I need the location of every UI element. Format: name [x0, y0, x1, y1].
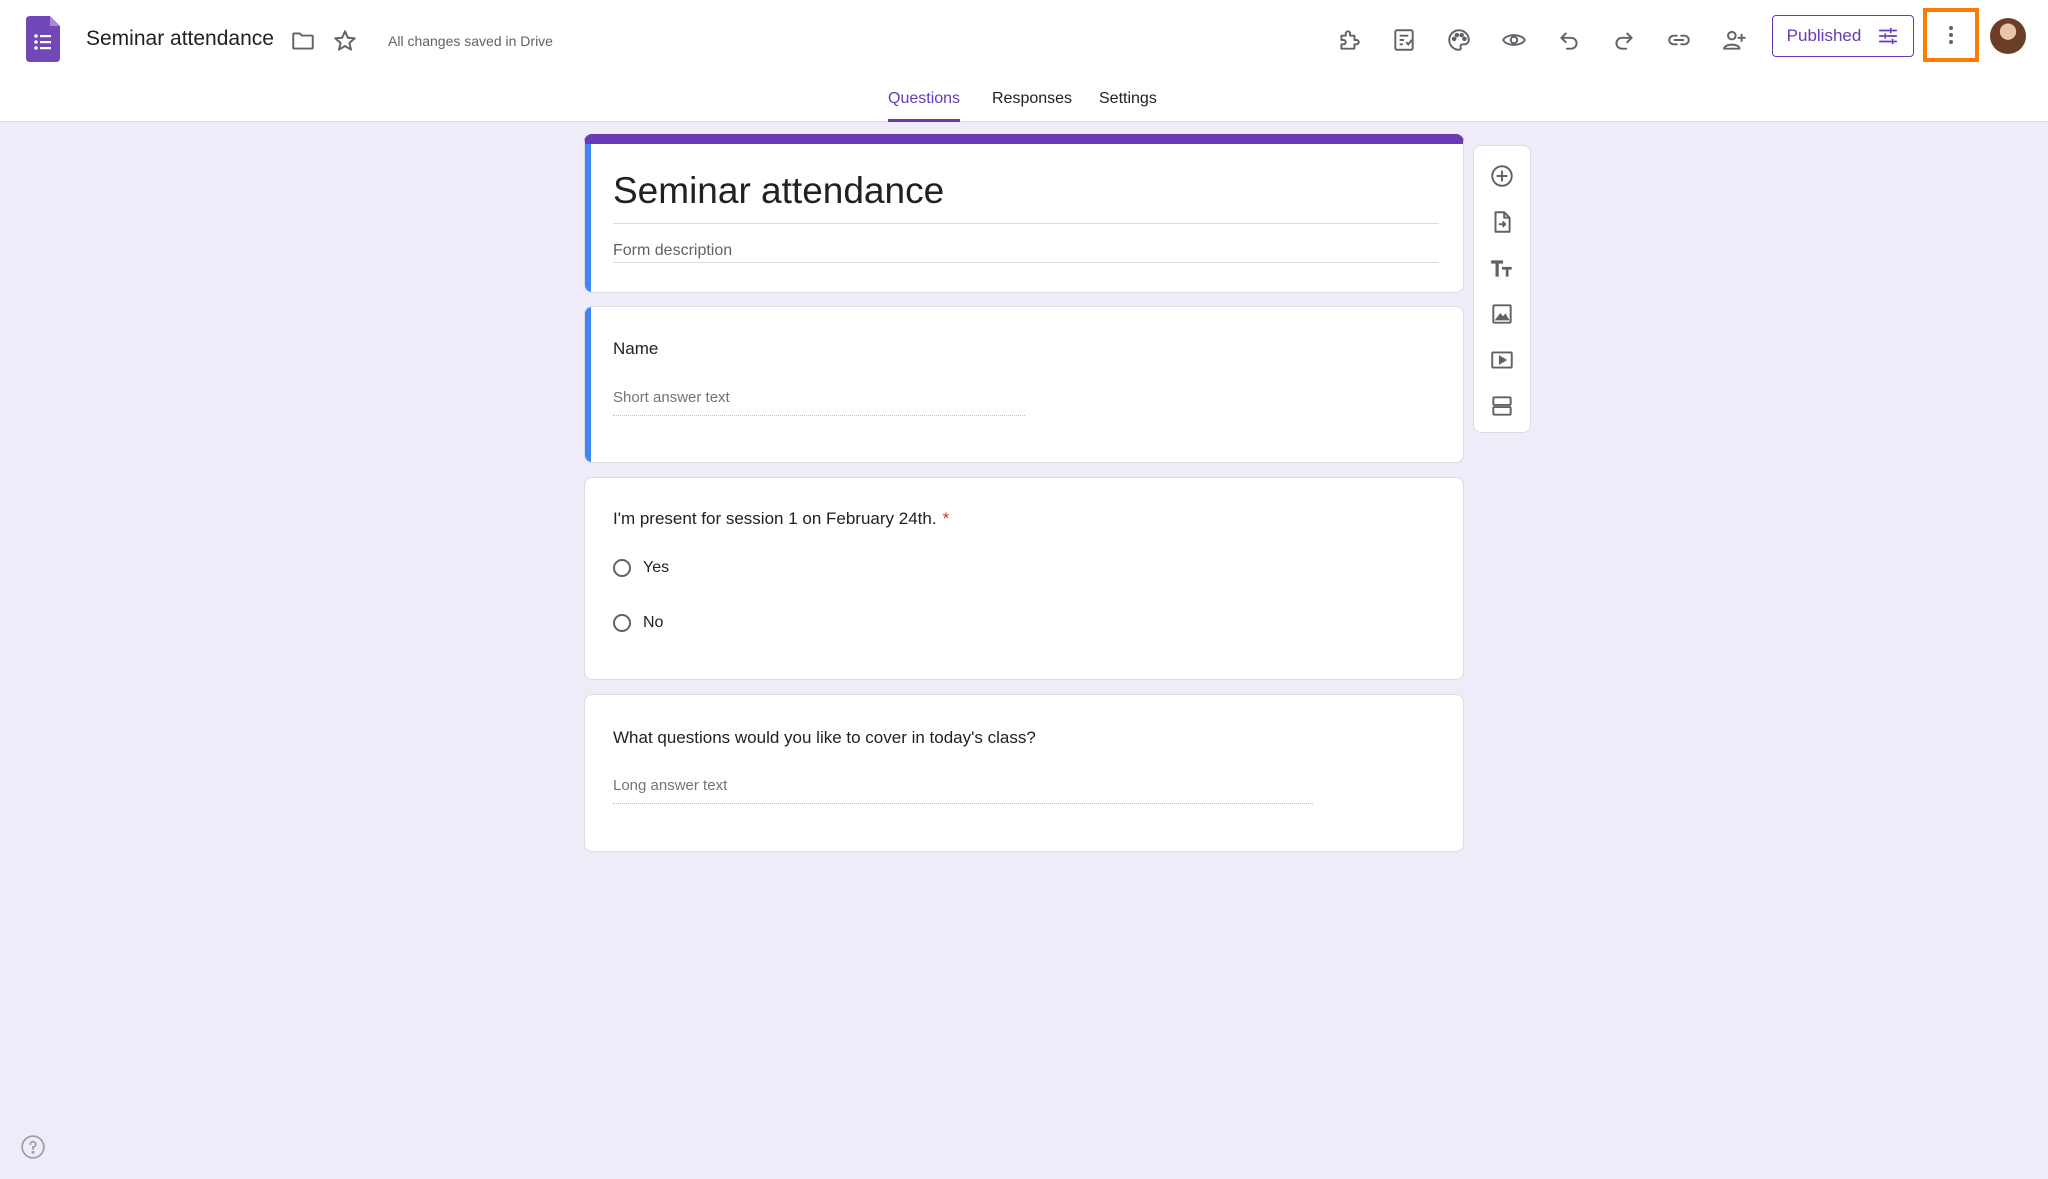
addons-icon: [1340, 30, 1360, 50]
add-question-button[interactable]: [1482, 156, 1522, 196]
preview-icon: [1502, 34, 1526, 46]
radio-button[interactable]: [613, 559, 631, 577]
question-card-name[interactable]: Name Short answer text: [584, 306, 1464, 463]
option-label: Yes: [643, 559, 670, 576]
document-title[interactable]: Seminar attendance: [86, 27, 274, 51]
redo-icon: [1615, 32, 1633, 50]
palette-icon: [1448, 29, 1470, 51]
customize-theme-button[interactable]: [1439, 20, 1479, 60]
option-yes[interactable]: Yes: [613, 559, 669, 577]
add-section-button[interactable]: [1482, 386, 1522, 426]
description-underline: [613, 262, 1439, 263]
form-title[interactable]: Seminar attendance: [613, 170, 944, 212]
link-icon: [1668, 34, 1690, 46]
add-image-button[interactable]: [1482, 294, 1522, 334]
option-label: No: [643, 614, 664, 631]
addons-button[interactable]: [1329, 20, 1369, 60]
add-video-icon: [1491, 351, 1513, 369]
add-title-button[interactable]: [1482, 248, 1522, 288]
add-section-icon: [1492, 396, 1512, 416]
import-questions-button[interactable]: [1482, 202, 1522, 242]
answer-underline: [613, 415, 1025, 416]
publish-settings-icon: [1879, 27, 1898, 45]
add-collaborators-button[interactable]: [1714, 20, 1754, 60]
question-title[interactable]: What questions would you like to cover i…: [613, 728, 1036, 748]
preview-button[interactable]: [1494, 20, 1534, 60]
floating-toolbar: [1473, 145, 1531, 433]
undo-icon: [1560, 32, 1578, 50]
import-questions-icon: [1494, 211, 1511, 233]
undo-button[interactable]: [1549, 20, 1589, 60]
required-asterisk: *: [942, 509, 950, 528]
help-icon[interactable]: [20, 1134, 46, 1160]
copy-link-button[interactable]: [1659, 20, 1699, 60]
question-card-topics[interactable]: What questions would you like to cover i…: [584, 694, 1464, 852]
redo-button[interactable]: [1604, 20, 1644, 60]
add-title-icon: [1491, 260, 1512, 277]
answer-underline: [613, 803, 1313, 804]
active-indicator: [585, 144, 591, 292]
star-icon[interactable]: [332, 28, 358, 54]
question-card-session[interactable]: I'm present for session 1 on February 24…: [584, 477, 1464, 680]
quiz-settings-button[interactable]: [1384, 20, 1424, 60]
quiz-settings-icon: [1394, 29, 1414, 51]
more-options-button[interactable]: [1923, 8, 1979, 62]
active-indicator: [585, 307, 591, 462]
long-answer-placeholder: Long answer text: [613, 777, 728, 794]
more-vertical-icon: [1949, 26, 1953, 44]
tab-responses[interactable]: Responses: [992, 90, 1072, 122]
question-title[interactable]: I'm present for session 1 on February 24…: [613, 509, 949, 529]
option-no[interactable]: No: [613, 614, 663, 632]
question-title-text: I'm present for session 1 on February 24…: [613, 509, 937, 528]
published-label: Published: [1786, 26, 1862, 45]
folder-icon[interactable]: [290, 28, 316, 54]
radio-button[interactable]: [613, 614, 631, 632]
add-image-icon: [1492, 304, 1512, 324]
tab-questions[interactable]: Questions: [888, 90, 961, 122]
title-underline: [613, 223, 1439, 224]
forms-logo-icon[interactable]: [26, 16, 60, 62]
add-collaborator-icon: [1723, 30, 1746, 50]
form-description-field[interactable]: Form description: [613, 242, 732, 260]
save-status: All changes saved in Drive: [388, 33, 553, 49]
add-question-icon: [1491, 165, 1513, 187]
add-video-button[interactable]: [1482, 340, 1522, 380]
tab-settings[interactable]: Settings: [1099, 90, 1157, 122]
short-answer-placeholder: Short answer text: [613, 389, 730, 406]
question-title[interactable]: Name: [613, 339, 658, 359]
published-button[interactable]: Published: [1772, 15, 1914, 57]
account-avatar[interactable]: [1990, 18, 2026, 54]
form-header-card[interactable]: Seminar attendance Form description: [584, 134, 1464, 293]
top-bar: Seminar attendance All changes saved in …: [0, 0, 2048, 122]
